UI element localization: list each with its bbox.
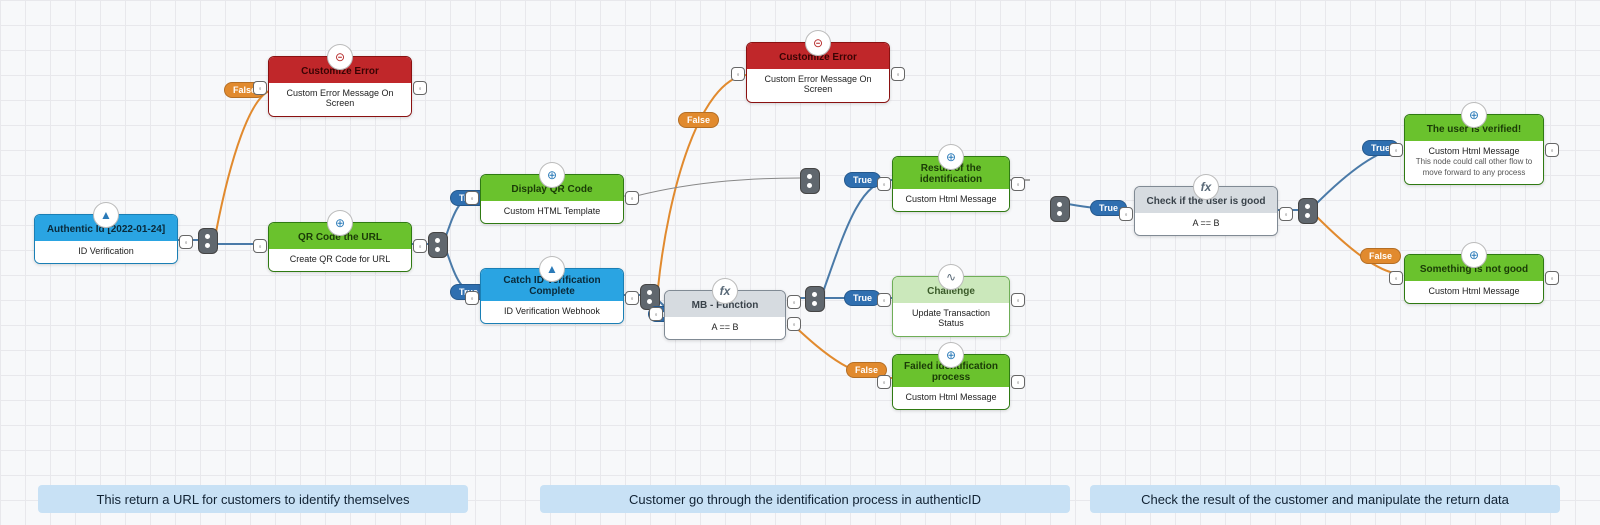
port-out[interactable]: ◦ [413, 239, 427, 253]
node-sub: Custom Html Message [1428, 146, 1519, 156]
port-in[interactable]: ◦ [877, 375, 891, 389]
node-catch-id-verification[interactable]: ▲ Catch ID Verification Complete ID Veri… [480, 268, 624, 324]
port-out[interactable]: ◦ [625, 291, 639, 305]
port-out[interactable]: ◦ [625, 191, 639, 205]
node-extra: This node could call other flow to move … [1416, 157, 1533, 176]
pill-false-notgood: False [1360, 248, 1401, 264]
node-challenge[interactable]: ∿ Challenge Update Transaction Status ◦ … [892, 276, 1010, 337]
node-subtitle: Custom Html Message This node could call… [1405, 141, 1543, 184]
branch-mb[interactable] [805, 286, 825, 312]
port-out[interactable]: ◦ [1011, 177, 1025, 191]
port-out[interactable]: ◦ [179, 235, 193, 249]
port-in[interactable]: ◦ [1389, 143, 1403, 157]
port-out[interactable]: ◦ [1545, 143, 1559, 157]
port-out[interactable]: ◦ [891, 67, 905, 81]
globe-icon: ⊕ [938, 144, 964, 170]
node-authentic-id[interactable]: ▲ Authentic Id [2022-01-24] ID Verificat… [34, 214, 178, 264]
port-out[interactable]: ◦ [413, 81, 427, 95]
pulse-icon: ∿ [938, 264, 964, 290]
node-mb-function[interactable]: fx MB - Function A == B ◦ ◦ ◦ [664, 290, 786, 340]
port-in[interactable]: ◦ [731, 67, 745, 81]
globe-icon: ⊕ [1461, 102, 1487, 128]
legend-mid: Customer go through the identification p… [540, 485, 1070, 513]
node-subtitle: Custom Html Message [1405, 281, 1543, 303]
node-subtitle: Custom Error Message On Screen [747, 69, 889, 102]
port-in[interactable]: ◦ [465, 291, 479, 305]
port-in[interactable]: ◦ [649, 307, 663, 321]
node-something-not-good[interactable]: ⊕ Something is not good Custom Html Mess… [1404, 254, 1544, 304]
shield-icon: ▲ [539, 256, 565, 282]
pill-true-result: True [844, 172, 881, 188]
port-out[interactable]: ◦ [1279, 207, 1293, 221]
node-subtitle: Custom Html Message [893, 387, 1009, 409]
globe-icon: ⊕ [327, 210, 353, 236]
globe-icon: ⊕ [938, 342, 964, 368]
node-display-qr[interactable]: ⊕ Display QR Code Custom HTML Template ◦… [480, 174, 624, 224]
fx-icon: fx [712, 278, 738, 304]
node-subtitle: Create QR Code for URL [269, 249, 411, 271]
port-in[interactable]: ◦ [1389, 271, 1403, 285]
node-failed-identification[interactable]: ⊕ Failed identification process Custom H… [892, 354, 1010, 410]
node-subtitle: A == B [1135, 213, 1277, 235]
branch-authentic[interactable] [198, 228, 218, 254]
node-result-identification[interactable]: ⊕ Result of the identification Custom Ht… [892, 156, 1010, 212]
globe-icon: ⊕ [539, 162, 565, 188]
branch-check[interactable] [1298, 198, 1318, 224]
port-out[interactable]: ◦ [1011, 375, 1025, 389]
port-in[interactable]: ◦ [253, 81, 267, 95]
alert-icon: ⊝ [805, 30, 831, 56]
port-out[interactable]: ◦ [1545, 271, 1559, 285]
alert-icon: ⊝ [327, 44, 353, 70]
branch-result[interactable] [1050, 196, 1070, 222]
legend-left: This return a URL for customers to ident… [38, 485, 468, 513]
node-customize-error-2[interactable]: ⊝ Customize Error Custom Error Message O… [746, 42, 890, 103]
node-customize-error-1[interactable]: ⊝ Customize Error Custom Error Message O… [268, 56, 412, 117]
node-check-user[interactable]: fx Check if the user is good A == B ◦ ◦ [1134, 186, 1278, 236]
node-user-verified[interactable]: ⊕ The user is verified! Custom Html Mess… [1404, 114, 1544, 185]
pill-true-challenge: True [844, 290, 881, 306]
node-qr-code-url[interactable]: ⊕ QR Code the URL Create QR Code for URL… [268, 222, 412, 272]
port-in[interactable]: ◦ [253, 239, 267, 253]
branch-display[interactable] [800, 168, 820, 194]
fx-icon: fx [1193, 174, 1219, 200]
shield-icon: ▲ [93, 202, 119, 228]
node-subtitle: ID Verification [35, 241, 177, 263]
node-subtitle: Update Transaction Status [893, 303, 1009, 336]
port-in[interactable]: ◦ [465, 191, 479, 205]
port-out-top[interactable]: ◦ [787, 295, 801, 309]
node-subtitle: Custom Error Message On Screen [269, 83, 411, 116]
node-subtitle: ID Verification Webhook [481, 301, 623, 323]
globe-icon: ⊕ [1461, 242, 1487, 268]
pill-false-catch: False [678, 112, 719, 128]
node-subtitle: Custom Html Message [893, 189, 1009, 211]
legend-right: Check the result of the customer and man… [1090, 485, 1560, 513]
port-in[interactable]: ◦ [877, 293, 891, 307]
node-subtitle: Custom HTML Template [481, 201, 623, 223]
port-out[interactable]: ◦ [1011, 293, 1025, 307]
port-in[interactable]: ◦ [1119, 207, 1133, 221]
port-in[interactable]: ◦ [877, 177, 891, 191]
branch-qr[interactable] [428, 232, 448, 258]
node-subtitle: A == B [665, 317, 785, 339]
port-out-bot[interactable]: ◦ [787, 317, 801, 331]
